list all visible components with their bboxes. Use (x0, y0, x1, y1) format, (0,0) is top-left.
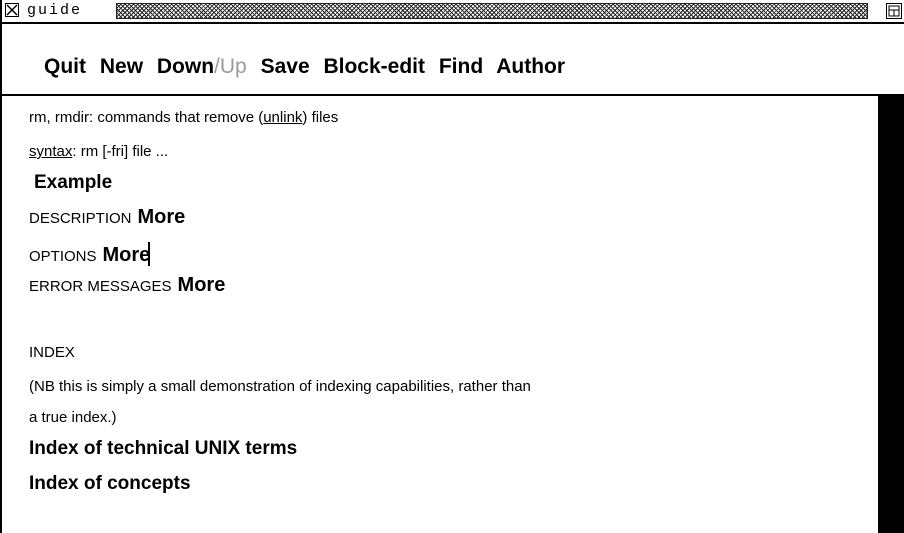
index-technical-button[interactable]: Index of technical UNIX terms (29, 438, 297, 459)
text-cursor (148, 242, 151, 266)
syntax-link[interactable]: syntax (29, 143, 72, 160)
index-note-text-1: (NB this is simply a small demonstration… (29, 378, 531, 395)
options-more-button[interactable]: More (103, 244, 151, 266)
down-button[interactable]: Down (157, 55, 214, 78)
up-button: Up (219, 55, 247, 78)
errors-line: ERROR MESSAGES More (29, 274, 226, 296)
syntax-line: syntax: rm [-fri] file ... (29, 143, 168, 161)
example-button[interactable]: Example (34, 172, 112, 193)
guide-window: guide Quit New Down/Up Save Block-edit F… (0, 0, 904, 533)
down-up-separator: / (214, 55, 220, 78)
options-line: OPTIONS More (29, 242, 151, 266)
unlink-link[interactable]: unlink (263, 109, 302, 126)
index-technical-line: Index of technical UNIX terms (29, 438, 297, 459)
options-label: OPTIONS (29, 248, 97, 265)
close-box-icon[interactable] (5, 3, 19, 17)
document-content[interactable]: rm, rmdir: commands that remove (unlink)… (2, 96, 878, 533)
example-line: Example (34, 172, 112, 193)
window-title: guide (26, 2, 86, 20)
quit-button[interactable]: Quit (44, 55, 86, 78)
description-label: DESCRIPTION (29, 210, 132, 227)
index-note-line-1: (NB this is simply a small demonstration… (29, 378, 531, 396)
index-concepts-button[interactable]: Index of concepts (29, 473, 191, 494)
errors-label: ERROR MESSAGES (29, 278, 172, 295)
errors-more-button[interactable]: More (178, 274, 226, 296)
resize-box-icon[interactable] (886, 3, 902, 19)
heading-suffix-text: ) files (302, 109, 339, 126)
index-label: INDEX (29, 344, 75, 361)
index-note-line-2: a true index.) (29, 409, 117, 427)
scrollbar[interactable] (878, 96, 904, 533)
save-button[interactable]: Save (261, 55, 310, 78)
description-line: DESCRIPTION More (29, 206, 186, 228)
title-bar-stipple (116, 3, 868, 19)
author-button[interactable]: Author (496, 55, 565, 78)
find-button[interactable]: Find (439, 55, 483, 78)
syntax-text: : rm [-fri] file ... (72, 143, 169, 160)
index-line: INDEX (29, 344, 75, 362)
menu-bar: Quit New Down/Up Save Block-edit Find Au… (2, 24, 904, 96)
new-button[interactable]: New (100, 55, 143, 78)
title-bar[interactable]: guide (2, 0, 904, 24)
heading-line: rm, rmdir: commands that remove (unlink)… (29, 109, 338, 127)
heading-text: rm, rmdir: commands that remove ( (29, 109, 264, 126)
index-note-text-2: a true index.) (29, 409, 117, 426)
block-edit-button[interactable]: Block-edit (323, 55, 425, 78)
index-concepts-line: Index of concepts (29, 473, 191, 494)
description-more-button[interactable]: More (138, 206, 186, 228)
